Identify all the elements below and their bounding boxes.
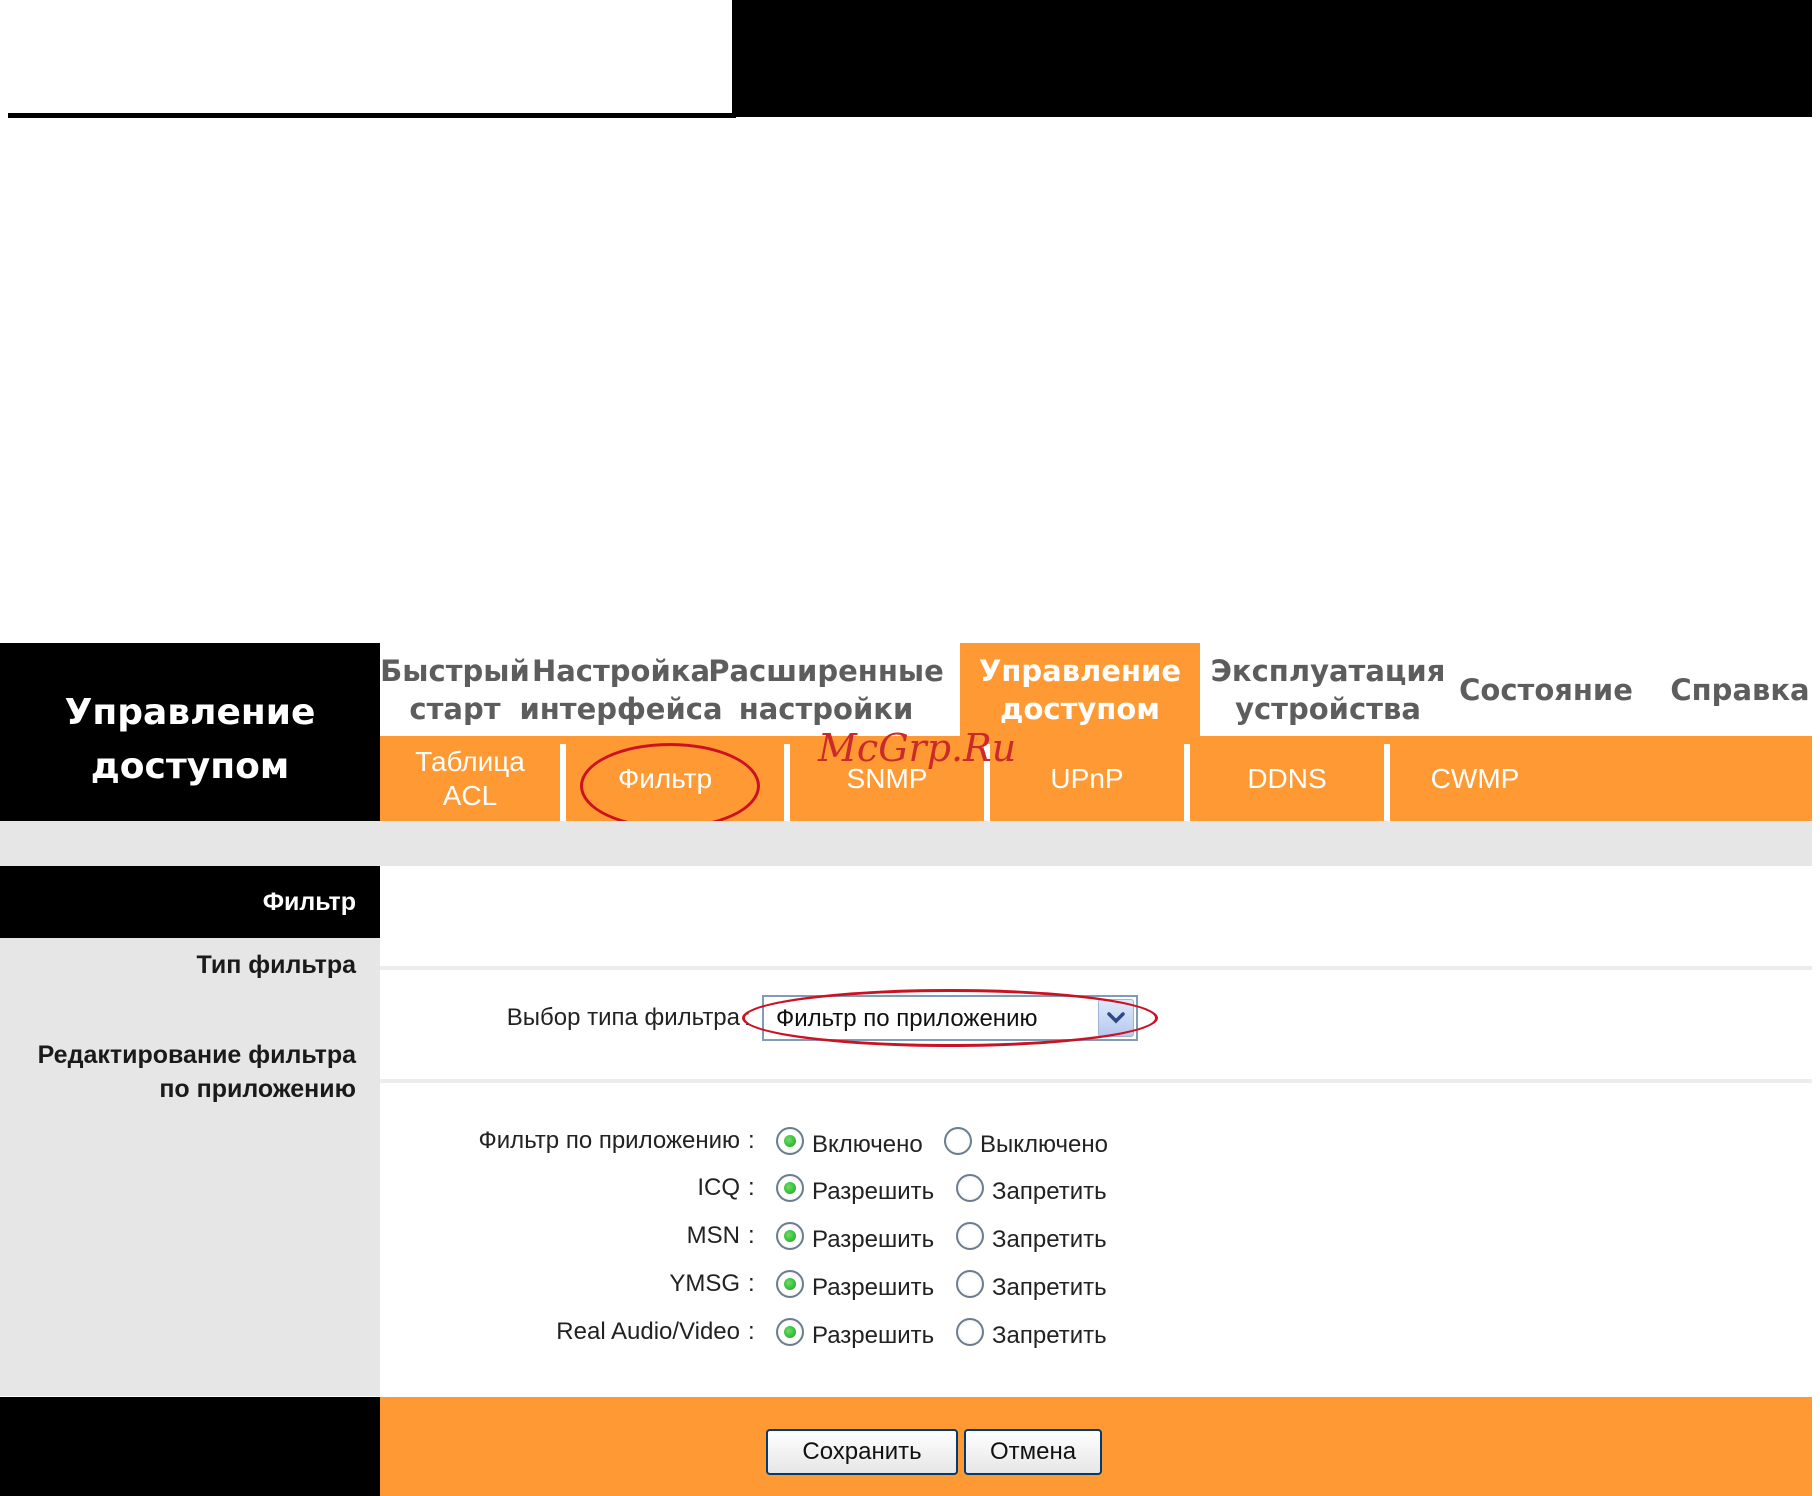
tab-label: Состояние <box>1459 672 1633 707</box>
brand-line-1: Управление <box>64 692 316 733</box>
page-edge <box>1812 0 1820 1496</box>
row-colon: : <box>748 1318 755 1345</box>
icq-allow-label: Разрешить <box>812 1178 935 1205</box>
icq-allow-radio[interactable] <box>776 1174 804 1202</box>
ymsg-allow-label: Разрешить <box>812 1274 935 1301</box>
real-audio-video-label: Real Audio/Video <box>556 1318 740 1345</box>
sidebar-title: Фильтр <box>0 866 380 938</box>
footer-left-block <box>0 1397 380 1496</box>
row-colon: : <box>748 1222 755 1249</box>
filter-type-label: Выбор типа фильтра <box>506 1004 740 1031</box>
app-filter-disabled-label: Выключено <box>980 1131 1108 1158</box>
cancel-button[interactable]: Отмена <box>964 1429 1102 1475</box>
tab-help[interactable]: Справка <box>1660 643 1820 736</box>
real-audio-video-allow-radio[interactable] <box>776 1318 804 1346</box>
icq-deny-label: Запретить <box>992 1178 1107 1205</box>
subtab-label: CWMP <box>1430 762 1520 794</box>
app-filter-label: Фильтр по приложению <box>478 1127 740 1154</box>
tab-label: Быстрый <box>380 653 530 688</box>
subtab-label: Таблица <box>415 745 525 777</box>
ymsg-deny-radio[interactable] <box>956 1270 984 1298</box>
tab-label: Управление <box>978 653 1181 688</box>
subtab-cwmp[interactable]: CWMP <box>1390 736 1560 821</box>
sidebar-section-line: Редактирование фильтра <box>37 1041 356 1069</box>
tab-label: настройки <box>738 691 914 726</box>
real-audio-video-deny-radio[interactable] <box>956 1318 984 1346</box>
ymsg-deny-label: Запретить <box>992 1274 1107 1301</box>
manual-header-rule <box>8 113 736 118</box>
tab-label: устройства <box>1235 691 1421 726</box>
tab-status[interactable]: Состояние <box>1456 643 1636 736</box>
app-filter-enabled-label: Включено <box>812 1131 923 1158</box>
tab-label: доступом <box>1000 691 1160 726</box>
tab-label: Эксплуатация <box>1210 653 1446 688</box>
manual-header-bar <box>732 0 1820 117</box>
tab-label: Расширенные <box>708 653 944 688</box>
msn-label: MSN <box>686 1222 740 1249</box>
section-separator <box>380 1079 1820 1083</box>
ymsg-allow-radio[interactable] <box>776 1270 804 1298</box>
icq-label: ICQ <box>697 1174 740 1201</box>
row-colon: : <box>748 1127 755 1154</box>
row-colon: : <box>748 1174 755 1201</box>
sidebar: Тип фильтра Редактирование фильтра по пр… <box>0 938 380 1396</box>
highlight-filter-tab <box>580 743 760 829</box>
spacer-band <box>0 821 1820 866</box>
ymsg-label: YMSG <box>669 1270 740 1297</box>
real-audio-video-deny-label: Запретить <box>992 1322 1107 1349</box>
section-separator <box>380 966 1820 970</box>
main-navigation: Быстрый старт Настройка интерфейса Расшире… <box>380 643 1820 736</box>
msn-deny-label: Запретить <box>992 1226 1107 1253</box>
tab-label: старт <box>409 691 501 726</box>
subtab-label: ACL <box>442 779 498 811</box>
subtab-acl-table[interactable]: Таблица ACL <box>380 736 560 821</box>
subtab-label: DDNS <box>1247 762 1327 794</box>
msn-deny-radio[interactable] <box>956 1222 984 1250</box>
app-filter-disabled-radio[interactable] <box>944 1127 972 1155</box>
save-button[interactable]: Сохранить <box>766 1429 958 1475</box>
app-filter-enabled-radio[interactable] <box>776 1127 804 1155</box>
msn-allow-label: Разрешить <box>812 1226 935 1253</box>
real-audio-video-allow-label: Разрешить <box>812 1322 935 1349</box>
tab-label: Настройка <box>531 653 711 688</box>
tab-label: Справка <box>1670 672 1810 707</box>
row-colon: : <box>748 1270 755 1297</box>
sidebar-section-edit-app-filter: Редактирование фильтра по приложению <box>38 1038 356 1106</box>
section-brand: Управление доступом <box>0 643 380 821</box>
icq-deny-radio[interactable] <box>956 1174 984 1202</box>
subtab-label: UPnP <box>1050 762 1124 794</box>
tab-maintenance[interactable]: Эксплуатация устройства <box>1200 643 1456 736</box>
msn-allow-radio[interactable] <box>776 1222 804 1250</box>
router-web-ui: Управление доступом Быстрый старт Настрой… <box>0 643 1820 1496</box>
sidebar-title-text: Фильтр <box>262 887 356 916</box>
subtab-ddns[interactable]: DDNS <box>1190 736 1384 821</box>
sidebar-section-filter-type: Тип фильтра <box>196 951 356 979</box>
tab-advanced-setup[interactable]: Расширенные настройки <box>708 643 944 736</box>
tab-label: интерфейса <box>519 691 723 726</box>
subtab-upnp[interactable]: UPnP <box>990 736 1184 821</box>
tab-quick-start[interactable]: Быстрый старт <box>380 643 530 736</box>
tab-access-management[interactable]: Управление доступом <box>960 643 1200 736</box>
brand-line-2: доступом <box>90 746 290 787</box>
tab-interface-setup[interactable]: Настройка интерфейса <box>519 643 722 736</box>
watermark: McGrp.Ru <box>818 726 1017 770</box>
sidebar-section-line: по приложению <box>159 1075 356 1103</box>
highlight-filter-type-select <box>742 989 1158 1047</box>
